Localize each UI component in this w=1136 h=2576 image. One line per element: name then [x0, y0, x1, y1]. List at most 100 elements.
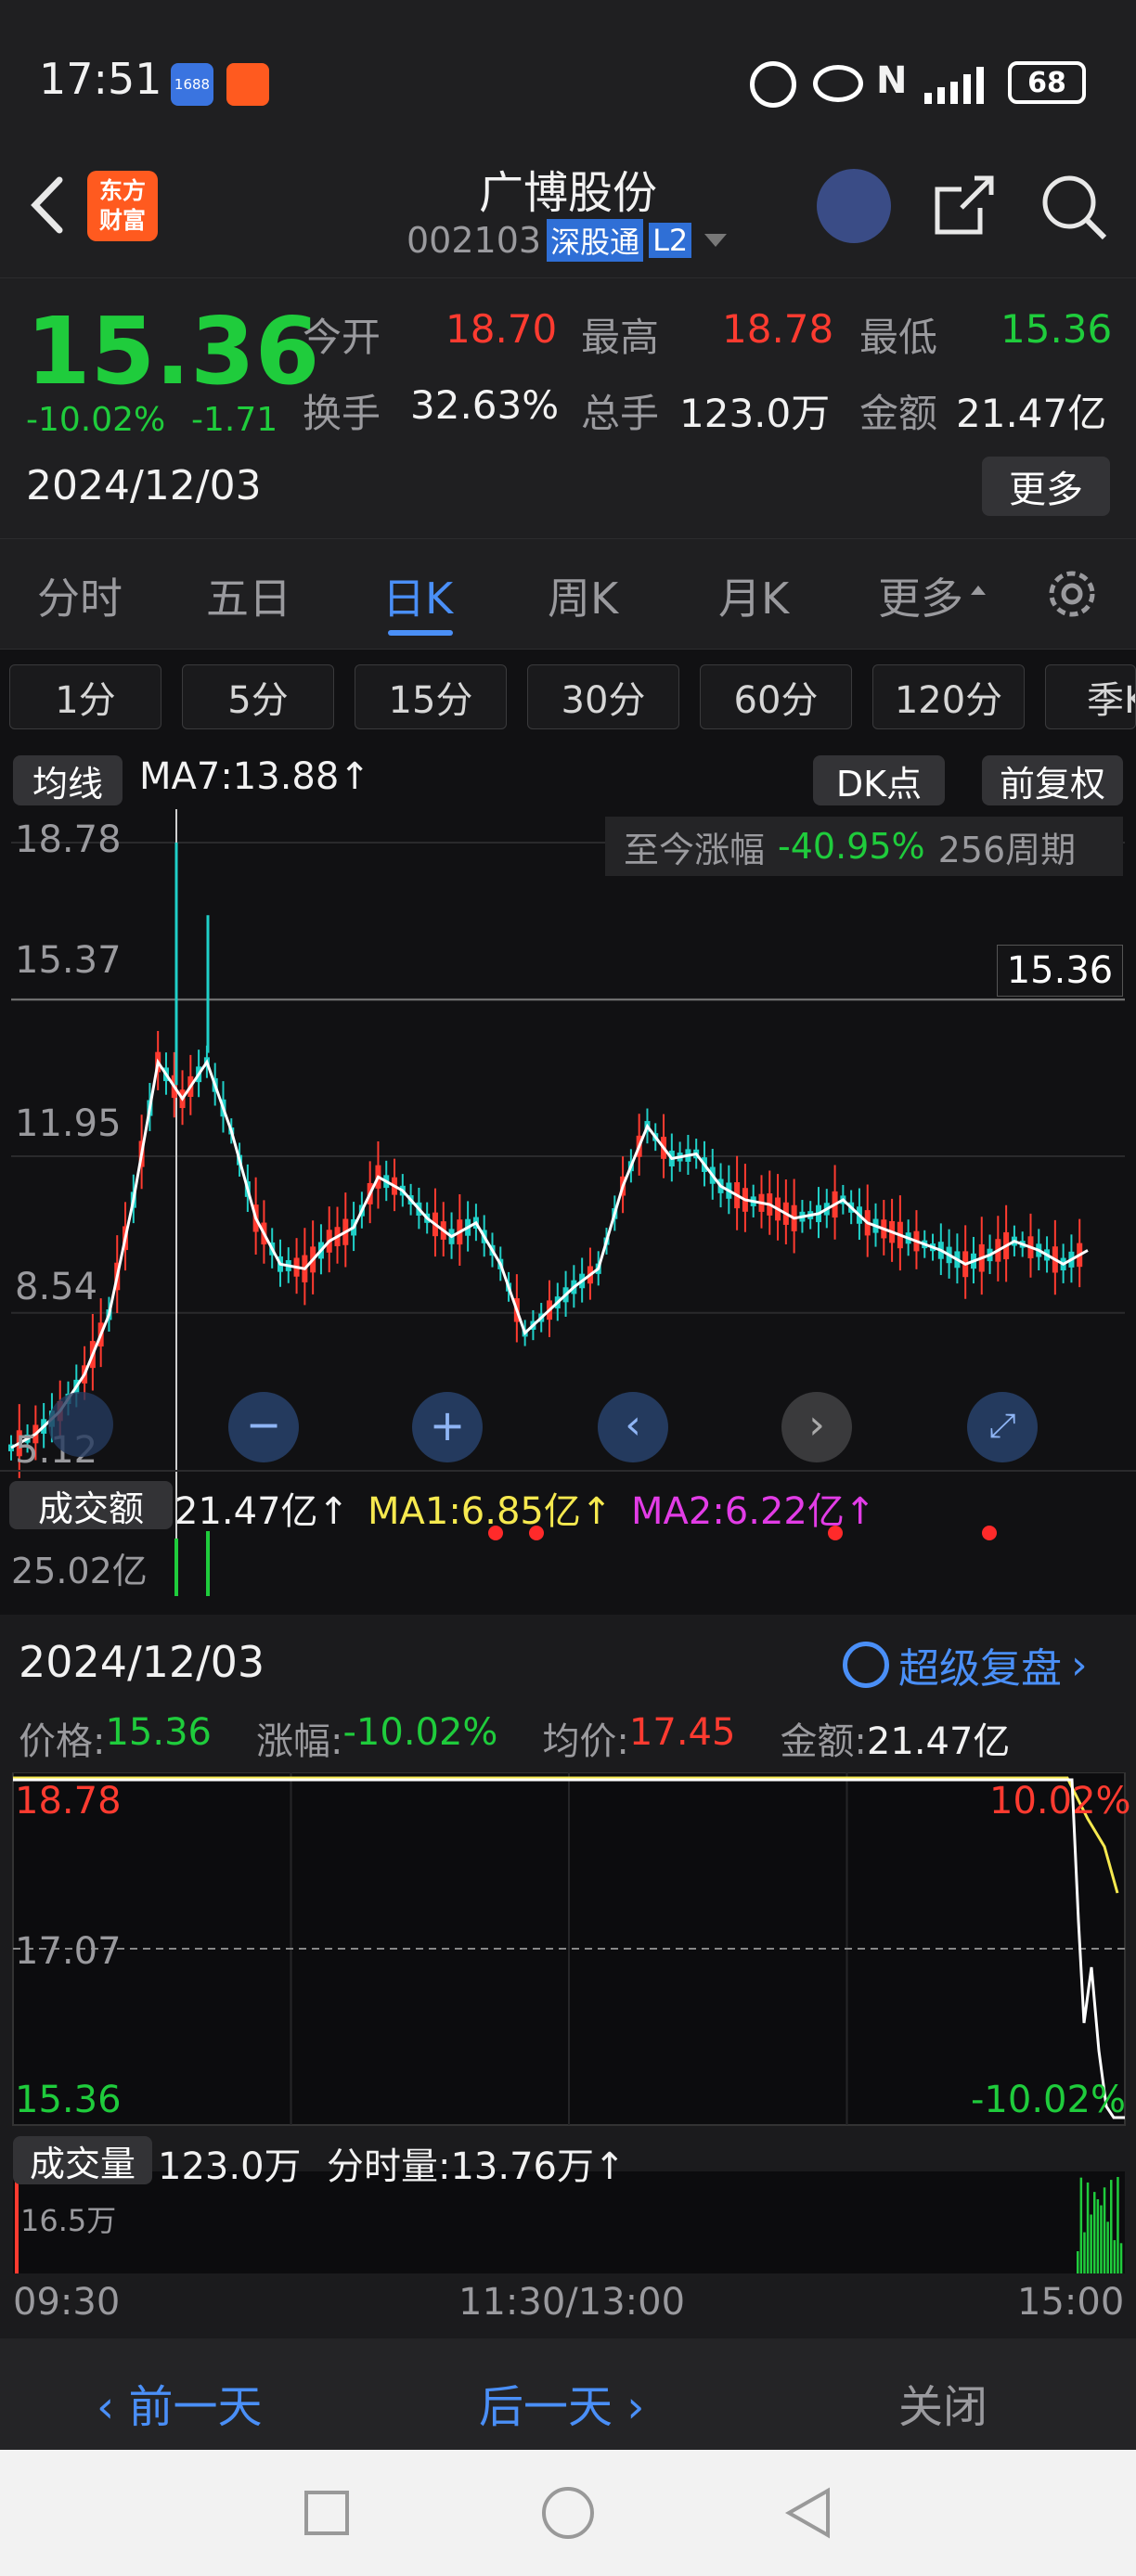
rewind-icon[interactable]	[48, 1392, 113, 1457]
eye-icon	[813, 65, 863, 102]
tab-intraday[interactable]: 分时	[37, 565, 123, 626]
intraday-amount-label: 金额:	[780, 1720, 867, 1763]
volume-selector-label: 成交额	[37, 1488, 144, 1529]
tab-more[interactable]: 更多	[878, 565, 963, 626]
open-value: 18.70	[445, 306, 558, 352]
interval-120min[interactable]: 120分	[872, 664, 1025, 729]
interval-30min[interactable]: 30分	[527, 664, 679, 729]
intraday-y-high: 18.78	[15, 1780, 122, 1823]
intraday-stats: 价格: 15.36 涨幅: -10.02% 均价: 17.45 金额: 21.4…	[19, 1711, 1010, 1765]
more-button[interactable]: 更多	[982, 457, 1110, 516]
super-replay-label: 超级复盘	[898, 1645, 1062, 1693]
since-change-label: 至今涨幅	[624, 829, 766, 870]
volume-bar	[1103, 2187, 1106, 2273]
intraday-y-mid: 17.07	[15, 1930, 122, 1973]
intraday-volume-selector-label: 成交量	[29, 2143, 136, 2184]
since-change-box[interactable]: 至今涨幅 -40.95% 256周期	[605, 817, 1123, 876]
status-time: 17:51	[39, 54, 162, 104]
intraday-chart[interactable]	[0, 1772, 1136, 2273]
next-day-button[interactable]: 后一天 ›	[479, 2370, 644, 2435]
dk-point-button[interactable]: DK点	[813, 755, 945, 805]
ma-selector[interactable]: 均线	[13, 755, 123, 805]
high-value: 18.78	[722, 306, 834, 352]
volume-bar	[1117, 2177, 1119, 2273]
change-percent: -10.02%	[26, 401, 166, 439]
scroll-left-icon[interactable]: ‹	[598, 1392, 668, 1462]
dropdown-arrow-icon[interactable]	[704, 234, 728, 247]
recent-apps-icon[interactable]	[304, 2491, 349, 2535]
ma-selector-label: 均线	[32, 763, 103, 805]
current-price-tag: 15.36	[997, 945, 1123, 997]
settings-icon[interactable]	[1045, 567, 1099, 621]
stock-code: 002103	[407, 220, 542, 261]
intraday-change: -10.02%	[342, 1711, 498, 1754]
volume-bar	[1086, 2182, 1090, 2273]
time-mid: 11:30/13:00	[458, 2281, 686, 2324]
time-start: 09:30	[13, 2281, 121, 2324]
more-caret-icon	[971, 586, 986, 595]
interval-60min[interactable]: 60分	[700, 664, 852, 729]
previous-day-label: 前一天	[128, 2381, 263, 2433]
tab-five-day[interactable]: 五日	[206, 565, 291, 626]
assistant-robot-icon[interactable]	[817, 169, 891, 243]
previous-day-button[interactable]: ‹ 前一天	[97, 2370, 262, 2435]
zoom-out-icon[interactable]: −	[228, 1392, 299, 1462]
share-icon[interactable]	[928, 171, 999, 241]
quote-panel: 15.36 -10.02% -1.71 2024/12/03 今开 18.70 …	[0, 278, 1136, 538]
stock-code-row: 002103 深股通 L2	[407, 219, 728, 262]
super-replay-link[interactable]: 超级复盘 ›	[843, 1635, 1088, 1694]
turnover-value: 32.63%	[410, 382, 560, 428]
close-button[interactable]: 关闭	[898, 2370, 988, 2435]
low-label: 最低	[859, 315, 938, 360]
search-icon[interactable]	[1039, 173, 1110, 243]
interval-5min[interactable]: 5分	[182, 664, 334, 729]
volume-ma2: MA2:6.22亿↑	[631, 1490, 876, 1533]
y-tick-3: 11.95	[15, 1102, 122, 1145]
intraday-avg: 17.45	[628, 1711, 736, 1754]
high-label: 最高	[581, 315, 660, 360]
tab-monthly-k[interactable]: 月K	[718, 565, 789, 626]
intraday-panel: 2024/12/03 超级复盘 › 价格: 15.36 涨幅: -10.02% …	[0, 1615, 1136, 2338]
volume-max-tick: 25.02亿	[11, 1551, 148, 1591]
volume-bar	[1100, 2205, 1103, 2273]
intraday-amount: 21.47亿	[866, 1720, 1011, 1763]
fullscreen-icon[interactable]: ⤢	[967, 1392, 1038, 1462]
volume-bar	[174, 1539, 178, 1596]
volume-bar	[1093, 2192, 1096, 2273]
dk-point-marker	[982, 1526, 997, 1540]
tab-daily-k[interactable]: 日K	[382, 565, 453, 626]
interval-15min[interactable]: 15分	[355, 664, 507, 729]
volume-bar	[1077, 2251, 1079, 2273]
status-bar: 17:51 1688 N 68	[0, 0, 1136, 148]
intraday-volume-total: 123.0万	[158, 2145, 302, 2188]
volume-selector[interactable]: 成交额	[9, 1481, 173, 1529]
adjust-button[interactable]: 前复权	[982, 755, 1123, 805]
interval-1min[interactable]: 1分	[9, 664, 161, 729]
back-nav-icon[interactable]	[783, 2487, 835, 2543]
intraday-change-label: 涨幅:	[256, 1720, 343, 1763]
scroll-right-icon[interactable]: ›	[781, 1392, 852, 1462]
notification-app-icon	[226, 63, 269, 106]
tab-weekly-k[interactable]: 周K	[548, 565, 618, 626]
volume-ma1: MA1:6.85亿↑	[368, 1490, 613, 1533]
signal-icon	[924, 65, 995, 104]
active-tab-indicator	[388, 630, 453, 636]
volume-bar	[206, 1531, 210, 1596]
y-tick-2: 15.37	[15, 939, 122, 982]
home-icon[interactable]	[542, 2487, 594, 2539]
interval-quarter-k[interactable]: 季K	[1045, 664, 1136, 729]
kline-chart-panel: 均线 MA7:13.88↑ DK点 前复权 18.78 15.37 11.95 …	[0, 742, 1136, 1615]
intraday-y-low: 15.36	[15, 2079, 122, 2121]
period-tabs: 分时 五日 日K 周K 月K 更多	[0, 538, 1136, 650]
battery-icon: 68	[1008, 61, 1086, 104]
intraday-price-label: 价格:	[19, 1720, 106, 1763]
volume-bar	[1090, 2214, 1092, 2273]
volume-value: 123.0万	[679, 391, 831, 436]
intraday-minute-volume: 分时量:13.76万↑	[327, 2145, 626, 2188]
y-tick-4: 8.54	[15, 1266, 98, 1308]
nfc-icon: N	[876, 59, 908, 102]
intraday-volume-selector[interactable]: 成交量	[13, 2136, 152, 2184]
volume-bar	[15, 2173, 19, 2273]
zoom-in-icon[interactable]: +	[412, 1392, 483, 1462]
intraday-pct-high: 10.02%	[989, 1780, 1131, 1823]
